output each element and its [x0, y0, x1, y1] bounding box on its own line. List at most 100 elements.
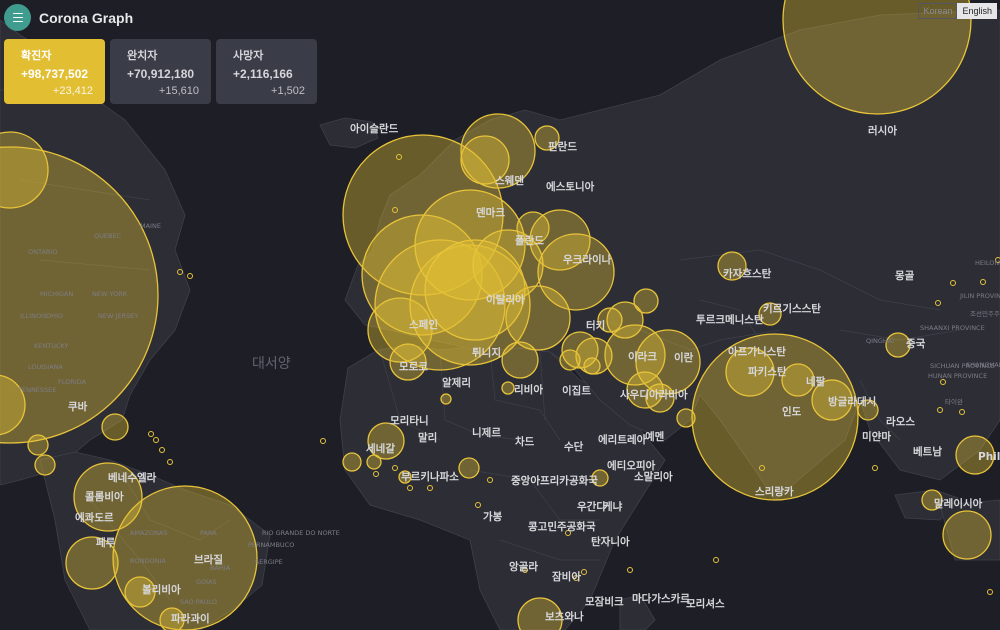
country-label: 볼리비아 — [142, 583, 181, 596]
country-label: 브라질 — [194, 553, 223, 566]
country-label: 파키스탄 — [748, 365, 787, 378]
country-label: Philippines — [978, 451, 1000, 463]
country-label: 탄자니아 — [591, 535, 630, 548]
region-label: QUEBEC — [94, 232, 122, 240]
case-bubble-small[interactable] — [627, 567, 633, 573]
country-label: 보츠와나 — [545, 610, 584, 623]
case-bubble-small[interactable] — [153, 437, 159, 443]
case-bubble[interactable] — [501, 341, 539, 379]
case-bubble[interactable] — [366, 454, 382, 470]
case-bubble[interactable] — [342, 452, 362, 472]
country-label: 세네갈 — [366, 442, 395, 455]
region-label: ONTARIO — [28, 248, 57, 256]
case-bubble-small[interactable] — [159, 447, 165, 453]
case-bubble-small[interactable] — [872, 465, 878, 471]
country-label: 터키 — [586, 319, 605, 332]
case-bubble[interactable] — [34, 454, 56, 476]
case-bubble-small[interactable] — [713, 557, 719, 563]
card-confirmed-total: +98,737,502 — [21, 67, 89, 81]
case-bubble-small[interactable] — [148, 431, 154, 437]
region-label: RONDONIA — [130, 557, 166, 565]
country-label: 사우디아라비아 — [620, 388, 688, 401]
country-label: 마다가스카르 — [632, 592, 690, 605]
card-deaths[interactable]: 사망자 +2,116,166 +1,502 — [216, 39, 317, 104]
menu-icon-line — [12, 16, 23, 19]
region-label: QINGHAI — [866, 337, 894, 345]
country-label: 파라과이 — [171, 612, 210, 625]
card-recovered-total: +70,912,180 — [127, 67, 195, 81]
card-recovered[interactable]: 완치자 +70,912,180 +15,610 — [110, 39, 211, 104]
country-label: 키르기스스탄 — [763, 302, 821, 315]
country-label: 아프가니스탄 — [728, 345, 786, 358]
country-label: 이란 — [674, 351, 694, 364]
case-bubble[interactable] — [583, 357, 601, 375]
case-bubble[interactable] — [440, 393, 452, 405]
country-label: 투르크메니스탄 — [696, 313, 764, 326]
country-label: 스웨덴 — [495, 174, 524, 187]
country-label: 우간다 — [577, 500, 606, 513]
country-label: 중국 — [906, 338, 926, 350]
region-label: MICHIGAN — [40, 290, 73, 298]
country-label: 방글라데시 — [828, 395, 876, 408]
region-label: 타이완 — [945, 397, 963, 406]
country-label: 인도 — [782, 405, 802, 418]
card-deaths-delta: +1,502 — [271, 85, 305, 97]
case-bubble-small[interactable] — [987, 589, 993, 595]
menu-icon — [12, 12, 23, 15]
country-label: 아이슬란드 — [350, 122, 399, 135]
app-header: Corona Graph — [4, 4, 133, 31]
country-label: 핀란드 — [548, 140, 577, 153]
menu-button[interactable] — [4, 4, 31, 31]
country-label: 모리셔스 — [686, 597, 725, 610]
case-bubble[interactable] — [501, 381, 515, 395]
case-bubble-small[interactable] — [320, 438, 326, 444]
country-label: 콜롬비아 — [85, 490, 124, 503]
case-bubble[interactable] — [942, 510, 992, 560]
country-label: 소말리아 — [634, 470, 673, 483]
case-bubble[interactable] — [559, 349, 581, 371]
country-label: 수단 — [564, 440, 584, 453]
country-label: 잠비아 — [552, 570, 581, 583]
country-label: 이집트 — [562, 384, 591, 397]
region-label: HEILONGJIANG PROVINCE — [975, 259, 1000, 267]
case-bubble-small[interactable] — [167, 459, 173, 465]
card-deaths-title: 사망자 — [233, 50, 264, 62]
country-label: 이라크 — [628, 350, 657, 363]
region-label: FLORIDA — [58, 378, 87, 386]
country-label: 콩고민주공화국 — [528, 520, 596, 533]
ocean-label-atlantic: 대서양 — [252, 356, 291, 372]
region-label: NEW YORK — [92, 290, 128, 298]
language-toggle: Korean English — [918, 3, 997, 19]
case-bubble[interactable] — [458, 457, 480, 479]
card-deaths-total: +2,116,166 — [233, 67, 293, 81]
region-label: OHIO — [46, 312, 63, 320]
country-label: 러시아 — [868, 124, 897, 137]
country-label: 알제리 — [442, 376, 471, 389]
lang-english-button[interactable]: English — [957, 3, 997, 19]
region-label: RIO GRANDE DO NORTE — [262, 529, 340, 537]
country-label: 덴마크 — [476, 206, 505, 219]
country-label: 페루 — [96, 536, 116, 549]
case-bubble[interactable] — [27, 434, 49, 456]
region-label: PARA — [200, 529, 217, 537]
region-label: 조선민주주의 — [970, 309, 1000, 318]
country-label: 모잠비크 — [585, 595, 624, 608]
region-label: PERNAMBUCO — [248, 541, 294, 549]
menu-icon-line — [12, 20, 23, 23]
country-label: 네팔 — [806, 375, 826, 388]
country-label: 베네수엘라 — [108, 471, 157, 484]
country-label: 튀니지 — [472, 346, 501, 359]
case-bubble[interactable] — [633, 288, 659, 314]
country-label: 에콰도르 — [75, 511, 114, 524]
region-label: SERGIPE — [255, 558, 283, 566]
card-confirmed[interactable]: 확진자 +98,737,502 +23,412 — [4, 39, 105, 104]
case-bubble-small[interactable] — [187, 273, 193, 279]
lang-korean-button[interactable]: Korean — [918, 3, 958, 19]
country-label: 쿠바 — [68, 400, 88, 413]
region-label: MAINE — [140, 222, 161, 230]
country-label: 폴란드 — [515, 235, 544, 247]
case-bubble[interactable] — [101, 413, 129, 441]
country-label: 부르키나파소 — [401, 470, 459, 483]
country-label: 우크라이나 — [563, 253, 612, 266]
country-label: 말레이시아 — [934, 497, 983, 510]
